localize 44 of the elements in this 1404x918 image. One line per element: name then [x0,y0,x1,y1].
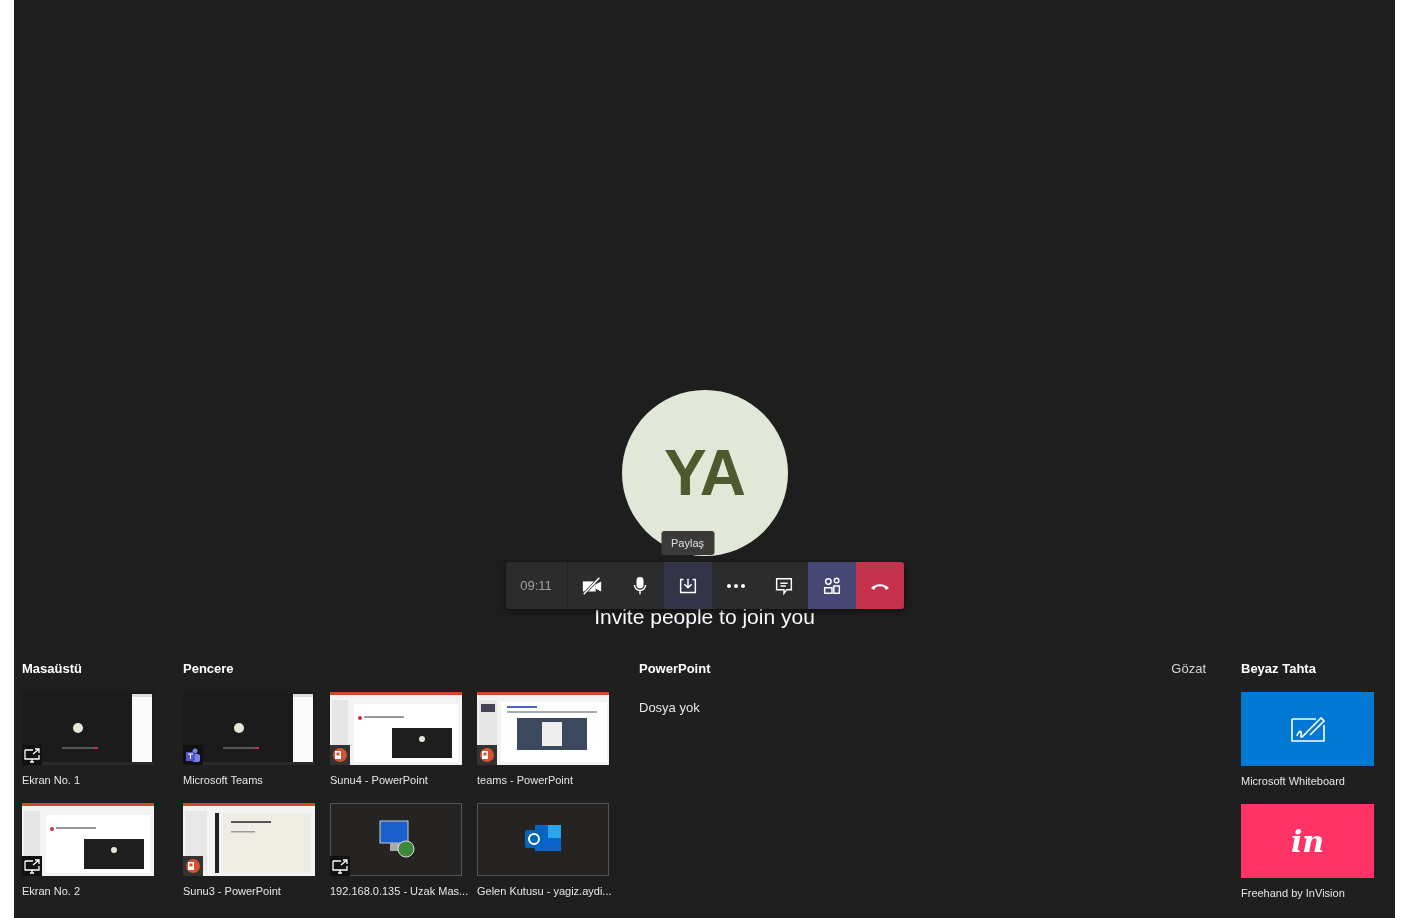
share-option-label: 192.168.0.135 - Uzak Mas... [330,884,469,899]
call-timer: 09:11 [505,562,568,609]
powerpoint-app-icon [330,745,350,765]
more-icon [725,582,746,589]
share-option-label: Gelen Kutusu - yagiz.aydi... [477,884,612,899]
powerpoint-app-icon [477,745,497,765]
mic-button[interactable] [615,562,664,609]
browse-link[interactable]: Gözat [1171,661,1206,677]
section-heading: Beyaz Tahta [1241,661,1317,677]
screen-share-icon [22,856,42,876]
share-option-label: teams - PowerPoint [477,773,573,788]
screen-share-icon [22,745,42,765]
window-thumbnail[interactable] [183,803,315,876]
camera-off-icon [580,574,603,597]
hang-up-icon [870,581,889,590]
whiteboard-app-tile[interactable]: in [1241,804,1374,878]
share-button[interactable] [663,562,712,609]
share-option-label: Microsoft Whiteboard [1241,774,1345,789]
teams-app-icon [183,745,203,765]
section-heading: Masaüstü [22,661,83,677]
share-option-label: Freehand by InVision [1241,886,1345,901]
whiteboard-app-tile[interactable] [1241,692,1374,766]
section-heading: Pencere [183,661,235,677]
chat-button[interactable] [759,562,808,609]
screen-share-icon [330,856,350,876]
share-option-label: Sunu3 - PowerPoint [183,884,281,899]
window-thumbnail[interactable] [330,692,462,765]
share-option-label: Ekran No. 2 [22,884,81,899]
empty-message: Dosya yok [639,700,701,715]
window-thumbnail[interactable] [477,803,609,876]
share-option-label: Sunu4 - PowerPoint [330,773,428,788]
invite-text: Invite people to join you [594,605,815,629]
people-button[interactable] [807,562,856,609]
share-option-label: Microsoft Teams [183,773,263,788]
whiteboard-icon [1290,716,1325,742]
section-heading: PowerPoint [639,661,711,677]
window-thumbnail[interactable] [477,692,609,765]
share-option-label: Ekran No. 1 [22,773,81,788]
window-thumbnail[interactable] [330,803,462,876]
tooltip: Paylaş [661,531,714,555]
window-thumbnail[interactable] [22,803,154,876]
powerpoint-app-icon [183,856,203,876]
camera-off-button[interactable] [567,562,616,609]
invision-logo: in [1290,823,1325,859]
